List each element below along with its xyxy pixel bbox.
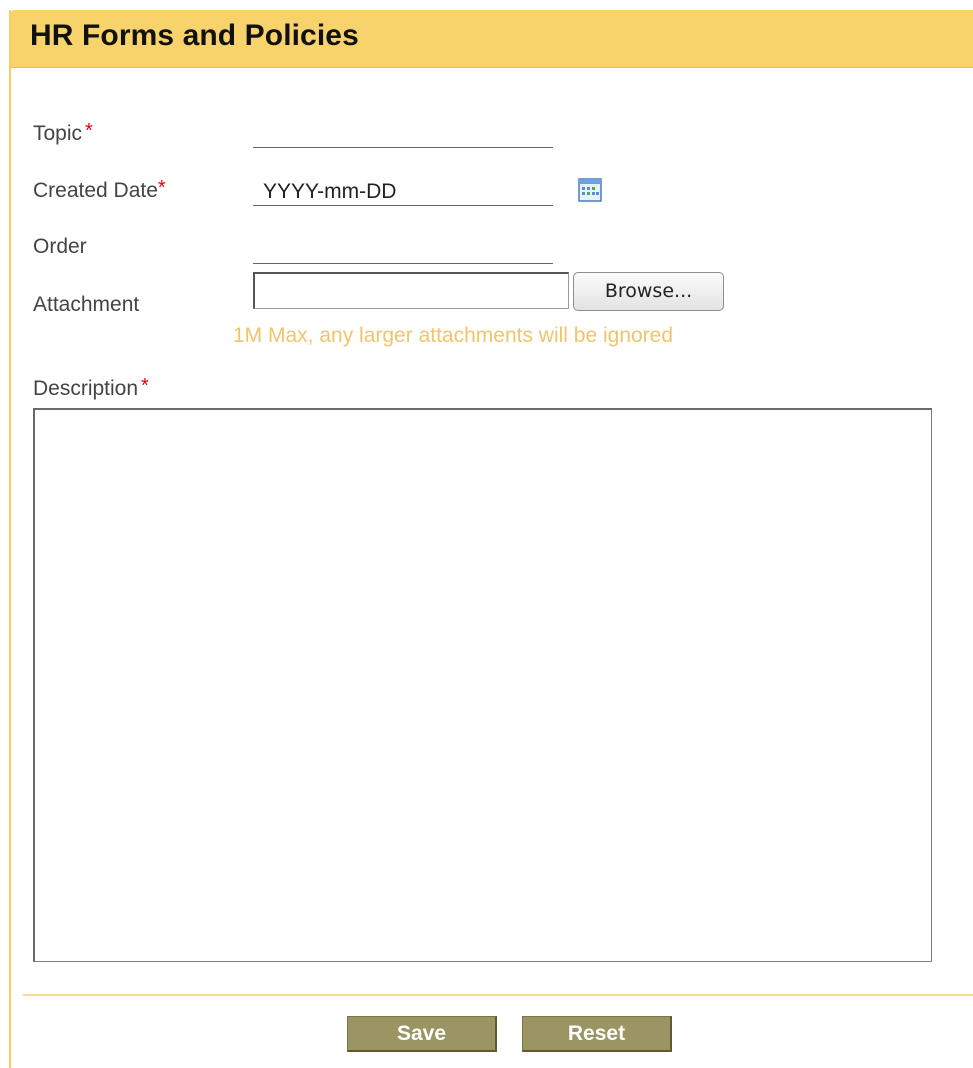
page-title: HR Forms and Policies	[30, 19, 359, 52]
panel-header: HR Forms and Policies	[11, 10, 973, 68]
description-required-mark: *	[141, 375, 149, 397]
created-date-required-mark: *	[157, 177, 166, 199]
description-textarea[interactable]	[33, 408, 932, 962]
save-button[interactable]: Save	[347, 1016, 497, 1052]
attachment-file-field[interactable]	[253, 272, 569, 309]
created-date-label: Created Date*	[33, 177, 166, 203]
reset-button[interactable]: Reset	[522, 1016, 672, 1052]
attachment-label: Attachment	[33, 293, 139, 317]
calendar-icon[interactable]	[578, 178, 602, 202]
created-date-label-text: Created Date	[33, 179, 158, 202]
hr-forms-panel: HR Forms and Policies Topic * Created Dat…	[9, 10, 973, 1068]
browse-button[interactable]: Browse...	[573, 272, 724, 311]
created-date-input[interactable]	[253, 178, 553, 206]
order-label-text: Order	[33, 235, 87, 258]
attachment-label-text: Attachment	[33, 293, 140, 316]
order-label: Order	[33, 235, 87, 259]
topic-input[interactable]	[253, 120, 553, 148]
description-label: Description *	[33, 375, 149, 401]
topic-required-mark: *	[85, 120, 93, 142]
topic-label: Topic *	[33, 120, 93, 146]
footer-divider	[23, 994, 973, 996]
topic-label-text: Topic	[33, 122, 83, 145]
order-input[interactable]	[253, 236, 553, 264]
description-label-text: Description	[33, 377, 139, 400]
attachment-size-hint: 1M Max, any larger attachments will be i…	[233, 324, 674, 347]
